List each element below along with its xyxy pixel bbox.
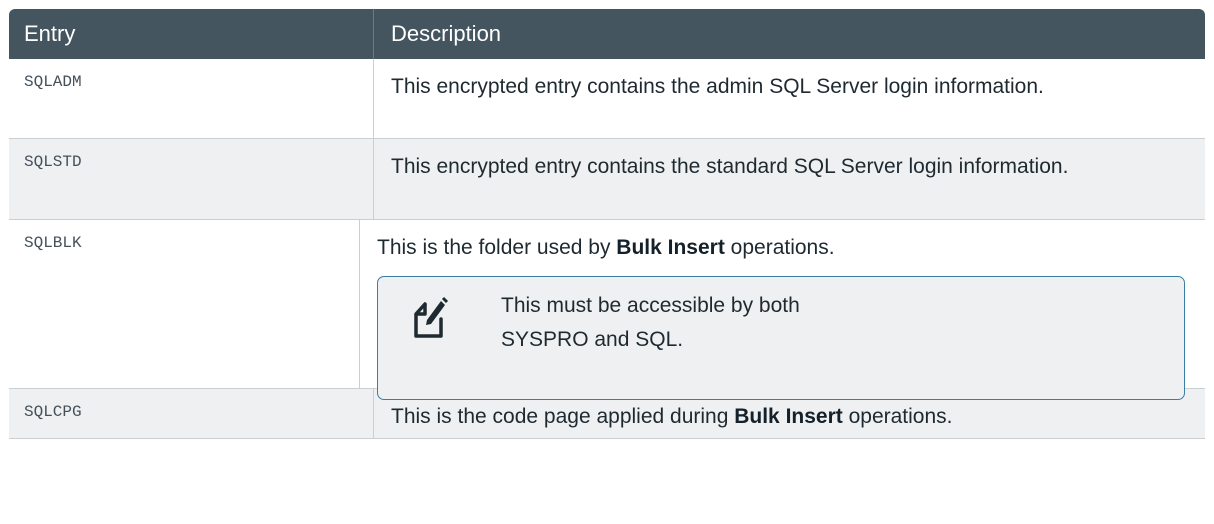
table-row: SQLSTD This encrypted entry contains the… — [9, 139, 1205, 220]
entry-cell: SQLSTD — [9, 139, 374, 219]
table-header: Entry Description — [9, 9, 1205, 59]
description-cell: This encrypted entry contains the standa… — [391, 155, 1069, 178]
entry-cell: SQLADM — [9, 59, 374, 138]
note-text: This must be accessible by both SYSPRO a… — [501, 294, 800, 351]
description-text: This is the folder used by — [377, 236, 617, 259]
description-text: This is the code page applied during — [391, 405, 735, 428]
entry-cell: SQLCPG — [9, 389, 374, 438]
entry-cell: SQLBLK — [9, 220, 360, 388]
description-cell: This is the folder used by Bulk Insert o… — [360, 220, 1205, 400]
note-callout: This must be accessible by both SYSPRO a… — [377, 276, 1185, 400]
header-entry: Entry — [9, 9, 374, 59]
bulk-insert-term: Bulk Insert — [734, 405, 843, 428]
description-cell: This encrypted entry contains the admin … — [391, 75, 1044, 98]
description-text: operations. — [842, 405, 953, 428]
registry-entries-table: Entry Description SQLADM This encrypted … — [9, 9, 1205, 439]
table-row: SQLADM This encrypted entry contains the… — [9, 59, 1205, 139]
note-edit-icon — [411, 295, 451, 339]
table-row: SQLBLK This is the folder used by Bulk I… — [9, 220, 1205, 400]
header-description: Description — [391, 21, 502, 46]
bulk-insert-term: Bulk Insert — [616, 236, 725, 259]
description-text: operations. — [724, 236, 835, 259]
